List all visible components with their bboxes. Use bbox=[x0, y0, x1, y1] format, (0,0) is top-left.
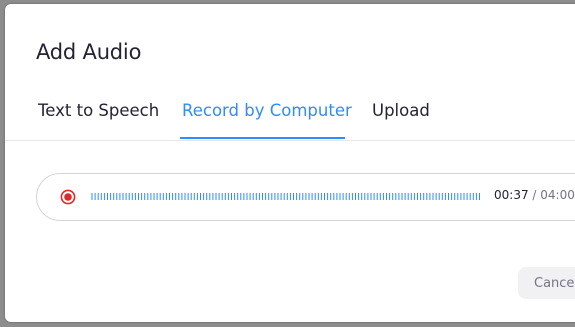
time-separator: / bbox=[528, 188, 541, 202]
tab-text-to-speech[interactable]: Text to Speech bbox=[38, 101, 159, 120]
max-duration: 04:00 bbox=[540, 188, 575, 202]
tab-bar: Text to Speech Record by Computer Upload bbox=[5, 90, 575, 141]
add-audio-dialog: Add Audio Text to Speech Record by Compu… bbox=[5, 4, 575, 322]
record-stop-icon[interactable] bbox=[60, 189, 76, 205]
dialog-title: Add Audio bbox=[36, 40, 142, 64]
elapsed-time: 00:37 bbox=[494, 188, 529, 202]
tab-record-by-computer[interactable]: Record by Computer bbox=[182, 101, 352, 120]
audio-waveform bbox=[91, 193, 480, 200]
page-backdrop: Add Audio Text to Speech Record by Compu… bbox=[0, 0, 575, 327]
active-tab-indicator bbox=[180, 137, 345, 139]
cancel-button[interactable]: Cancel bbox=[518, 267, 575, 299]
recording-time: 00:37 / 04:00 bbox=[494, 188, 575, 202]
tab-upload[interactable]: Upload bbox=[372, 101, 430, 120]
audio-recorder: 00:37 / 04:00 bbox=[36, 173, 575, 221]
